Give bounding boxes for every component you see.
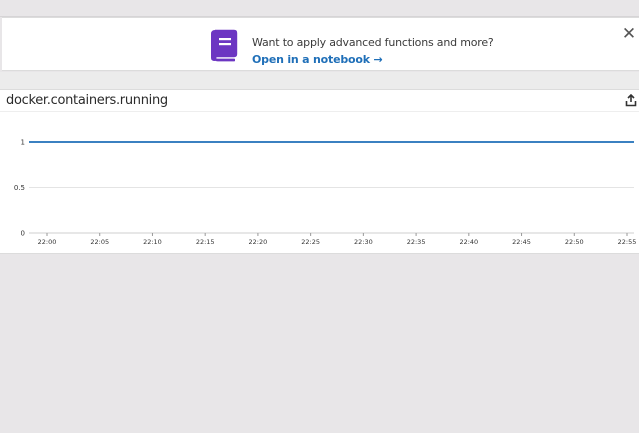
y-tick-label: 0 [21, 230, 25, 238]
panel-gap [0, 72, 639, 89]
x-tick-label: 22:15 [196, 238, 215, 246]
export-icon[interactable] [625, 94, 637, 107]
notebook-promo-banner: Want to apply advanced functions and mor… [2, 17, 639, 71]
x-tick-label: 22:05 [90, 238, 109, 246]
x-tick-label: 22:20 [249, 238, 268, 246]
x-tick-label: 22:00 [38, 238, 57, 246]
x-tick-label: 22:35 [407, 238, 426, 246]
notebook-book-icon [211, 29, 238, 62]
metric-chart-panel: docker.containers.running 0 0.5 1 22:00 22:0… [0, 89, 639, 254]
x-tick-label: 22:10 [143, 238, 162, 246]
top-strip [0, 0, 639, 17]
chart-title: docker.containers.running [6, 93, 168, 108]
y-tick-label: 0.5 [14, 184, 25, 192]
x-tick-label: 22:50 [565, 238, 584, 246]
x-tick-label: 22:55 [618, 238, 637, 246]
x-tick-label: 22:30 [354, 238, 373, 246]
close-icon[interactable]: ✕ [621, 26, 637, 43]
banner-message: Want to apply advanced functions and mor… [252, 36, 494, 49]
x-tick-label: 22:40 [459, 238, 478, 246]
line-chart: 0 0.5 1 22:00 22:05 22:10 22:15 22:20 22:25 22:30… [14, 139, 637, 247]
x-tick-label: 22:45 [512, 238, 531, 246]
y-tick-label: 1 [21, 139, 25, 147]
open-in-notebook-link[interactable]: Open in a notebook → [252, 53, 494, 66]
x-tick-label: 22:25 [301, 238, 320, 246]
